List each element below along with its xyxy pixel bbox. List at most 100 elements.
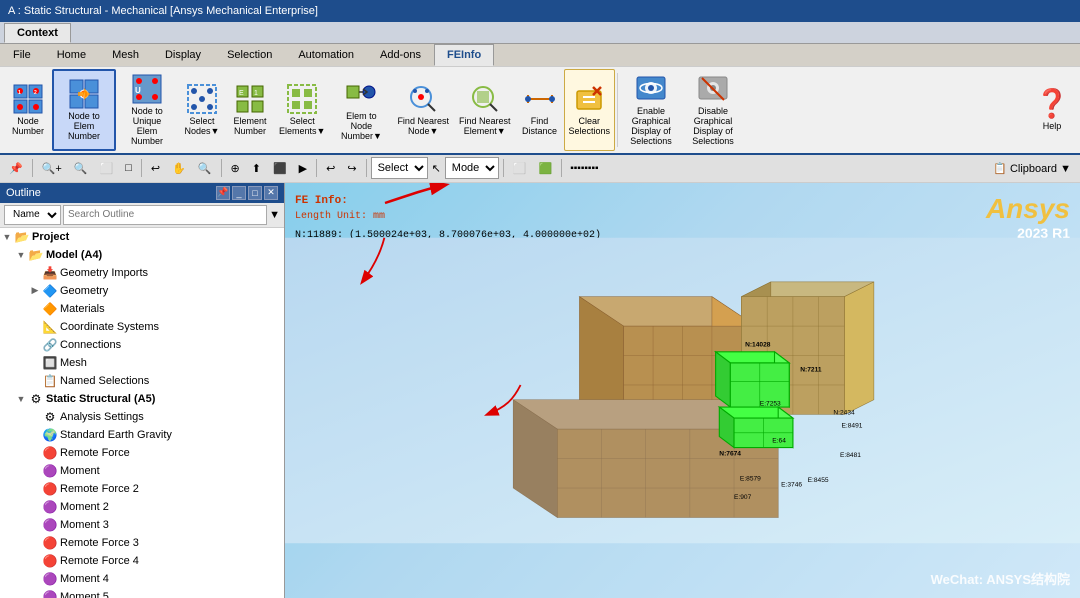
tree-icon-7: 🔲 bbox=[42, 355, 58, 371]
ribbon-tab-mesh[interactable]: Mesh bbox=[99, 44, 152, 66]
select-elements-button[interactable]: SelectElements▼ bbox=[274, 69, 330, 151]
ribbon-tab-display[interactable]: Display bbox=[152, 44, 214, 66]
label-E8491: E:8491 bbox=[842, 422, 863, 429]
tree-item-12[interactable]: 🔴Remote Force bbox=[0, 444, 284, 462]
element-number-icon: E 1 bbox=[234, 83, 266, 115]
tree-item-15[interactable]: 🟣Moment 2 bbox=[0, 498, 284, 516]
rotate-btn[interactable]: ↩ bbox=[146, 159, 165, 178]
view-front-btn[interactable]: ⬛ bbox=[268, 159, 292, 178]
tree-label-7: Mesh bbox=[60, 357, 87, 369]
find-distance-button[interactable]: FindDistance bbox=[516, 69, 564, 151]
svg-text:1: 1 bbox=[254, 90, 258, 97]
tree-item-16[interactable]: 🟣Moment 3 bbox=[0, 516, 284, 534]
clear-selections-button[interactable]: ClearSelections bbox=[564, 69, 616, 151]
context-tab[interactable]: Context bbox=[4, 23, 71, 43]
outline-tree: ▼📂Project▼📂Model (A4)📥Geometry Imports▶🔷… bbox=[0, 228, 284, 598]
tree-item-19[interactable]: 🟣Moment 4 bbox=[0, 570, 284, 588]
outline-close-btn[interactable]: ✕ bbox=[264, 186, 278, 200]
tree-item-9[interactable]: ▼⚙Static Structural (A5) bbox=[0, 390, 284, 408]
select-nodes-button[interactable]: SelectNodes▼ bbox=[178, 69, 226, 151]
tree-icon-18: 🔴 bbox=[42, 553, 58, 569]
outline-filter-select[interactable]: Name bbox=[4, 205, 61, 225]
enable-graphical-button[interactable]: Enable GraphicalDisplay of Selections bbox=[620, 69, 682, 151]
tree-item-14[interactable]: 🔴Remote Force 2 bbox=[0, 480, 284, 498]
node-number-button[interactable]: 1 2 NodeNumber bbox=[4, 69, 52, 151]
zoom-in-btn[interactable]: 🔍+ bbox=[37, 159, 67, 178]
outline-max-btn[interactable]: □ bbox=[248, 186, 262, 200]
tree-item-6[interactable]: 🔗Connections bbox=[0, 336, 284, 354]
ribbon-tab-feinfo[interactable]: FEInfo bbox=[434, 44, 494, 66]
tree-item-3[interactable]: ▶🔷Geometry bbox=[0, 282, 284, 300]
view-right-btn[interactable]: ▶ bbox=[294, 159, 312, 178]
ribbon: File Home Mesh Display Selection Automat… bbox=[0, 44, 1080, 155]
outline-min-btn[interactable]: _ bbox=[232, 186, 246, 200]
find-nearest-elem-button[interactable]: Find NearestElement▼ bbox=[454, 69, 516, 151]
tree-item-11[interactable]: 🌍Standard Earth Gravity bbox=[0, 426, 284, 444]
tree-item-20[interactable]: 🟣Moment 5 bbox=[0, 588, 284, 598]
label-E7253: E:7253 bbox=[760, 400, 781, 407]
clipboard-btn[interactable]: 📋 Clipboard ▼ bbox=[988, 159, 1076, 178]
ribbon-tab-automation[interactable]: Automation bbox=[285, 44, 367, 66]
ribbon-tabs: File Home Mesh Display Selection Automat… bbox=[0, 44, 1080, 66]
outline-search-input[interactable] bbox=[63, 205, 267, 225]
tree-icon-11: 🌍 bbox=[42, 427, 58, 443]
elem-to-node-button[interactable]: Elem toNode Number▼ bbox=[330, 69, 392, 151]
tree-item-5[interactable]: 📐Coordinate Systems bbox=[0, 318, 284, 336]
tree-icon-3: 🔷 bbox=[42, 283, 58, 299]
ribbon-tab-selection[interactable]: Selection bbox=[214, 44, 285, 66]
help-button[interactable]: ❓ Help bbox=[1028, 69, 1076, 151]
ribbon-content: 1 2 NodeNumber N Node toElem Number bbox=[0, 66, 1080, 153]
zoom-fit-btn[interactable]: ⬜ bbox=[95, 159, 119, 178]
outline-pin-btn[interactable]: 📌 bbox=[216, 186, 230, 200]
select-elements-label: SelectElements▼ bbox=[279, 117, 325, 137]
tree-label-1: Model (A4) bbox=[46, 249, 102, 261]
tree-item-17[interactable]: 🔴Remote Force 3 bbox=[0, 534, 284, 552]
find-nearest-elem-label: Find NearestElement▼ bbox=[459, 117, 511, 137]
wireframe-btn[interactable]: ⬜ bbox=[508, 159, 532, 178]
zoom-out-btn[interactable]: 🔍 bbox=[69, 159, 93, 178]
help-label: Help bbox=[1043, 122, 1062, 132]
redo-btn[interactable]: ↪ bbox=[342, 159, 361, 178]
ribbon-tab-file[interactable]: File bbox=[0, 44, 44, 66]
tree-label-17: Remote Force 3 bbox=[60, 537, 139, 549]
tree-icon-13: 🟣 bbox=[42, 463, 58, 479]
outline-search-dropdown[interactable]: ▼ bbox=[269, 209, 280, 221]
tree-item-1[interactable]: ▼📂Model (A4) bbox=[0, 246, 284, 264]
toolbar-pin[interactable]: 📌 bbox=[4, 159, 28, 178]
tree-item-0[interactable]: ▼📂Project bbox=[0, 228, 284, 246]
select-dropdown[interactable]: Select bbox=[371, 157, 428, 179]
pan-btn[interactable]: ✋ bbox=[167, 159, 191, 178]
ribbon-tab-addons[interactable]: Add-ons bbox=[367, 44, 434, 66]
find-nearest-node-button[interactable]: Find NearestNode▼ bbox=[392, 69, 454, 151]
zoom-box-btn[interactable]: □ bbox=[120, 159, 137, 177]
mode-dropdown[interactable]: Mode bbox=[445, 157, 499, 179]
view-iso-btn[interactable]: ⊕ bbox=[226, 159, 245, 178]
node-to-elem-button[interactable]: N Node toElem Number bbox=[52, 69, 116, 151]
clear-selections-icon bbox=[573, 83, 605, 115]
find-distance-icon bbox=[524, 83, 556, 115]
node-unique-button[interactable]: U Node to UniqueElem Number bbox=[116, 69, 178, 151]
tree-label-12: Remote Force bbox=[60, 447, 130, 459]
tree-item-18[interactable]: 🔴Remote Force 4 bbox=[0, 552, 284, 570]
viewport: FE Info: Length Unit: mm N:11889: (1.500… bbox=[285, 183, 1080, 598]
tree-item-13[interactable]: 🟣Moment bbox=[0, 462, 284, 480]
tree-item-2[interactable]: 📥Geometry Imports bbox=[0, 264, 284, 282]
disable-graphical-label: Disable GraphicalDisplay of Selections bbox=[687, 107, 739, 147]
tree-item-10[interactable]: ⚙Analysis Settings bbox=[0, 408, 284, 426]
view-top-btn[interactable]: ⬆ bbox=[247, 159, 266, 178]
tree-item-4[interactable]: 🔶Materials bbox=[0, 300, 284, 318]
tree-icon-8: 📋 bbox=[42, 373, 58, 389]
tree-item-8[interactable]: 📋Named Selections bbox=[0, 372, 284, 390]
undo-btn[interactable]: ↩ bbox=[321, 159, 340, 178]
ribbon-tab-home[interactable]: Home bbox=[44, 44, 99, 66]
disable-graphical-button[interactable]: Disable GraphicalDisplay of Selections bbox=[682, 69, 744, 151]
tree-label-10: Analysis Settings bbox=[60, 411, 144, 423]
zoom-scroll-btn[interactable]: 🔍 bbox=[193, 159, 217, 178]
mesh-3d-viewport[interactable]: N:14028 N:7211 N:7674 E:7253 E:64 N:2434… bbox=[285, 183, 1080, 598]
tree-item-7[interactable]: 🔲Mesh bbox=[0, 354, 284, 372]
element-number-button[interactable]: E 1 ElementNumber bbox=[226, 69, 274, 151]
svg-text:2: 2 bbox=[34, 90, 37, 96]
shaded-btn[interactable]: 🟩 bbox=[533, 159, 557, 178]
select-nodes-icon bbox=[186, 83, 218, 115]
label-E907: E:907 bbox=[734, 494, 752, 501]
